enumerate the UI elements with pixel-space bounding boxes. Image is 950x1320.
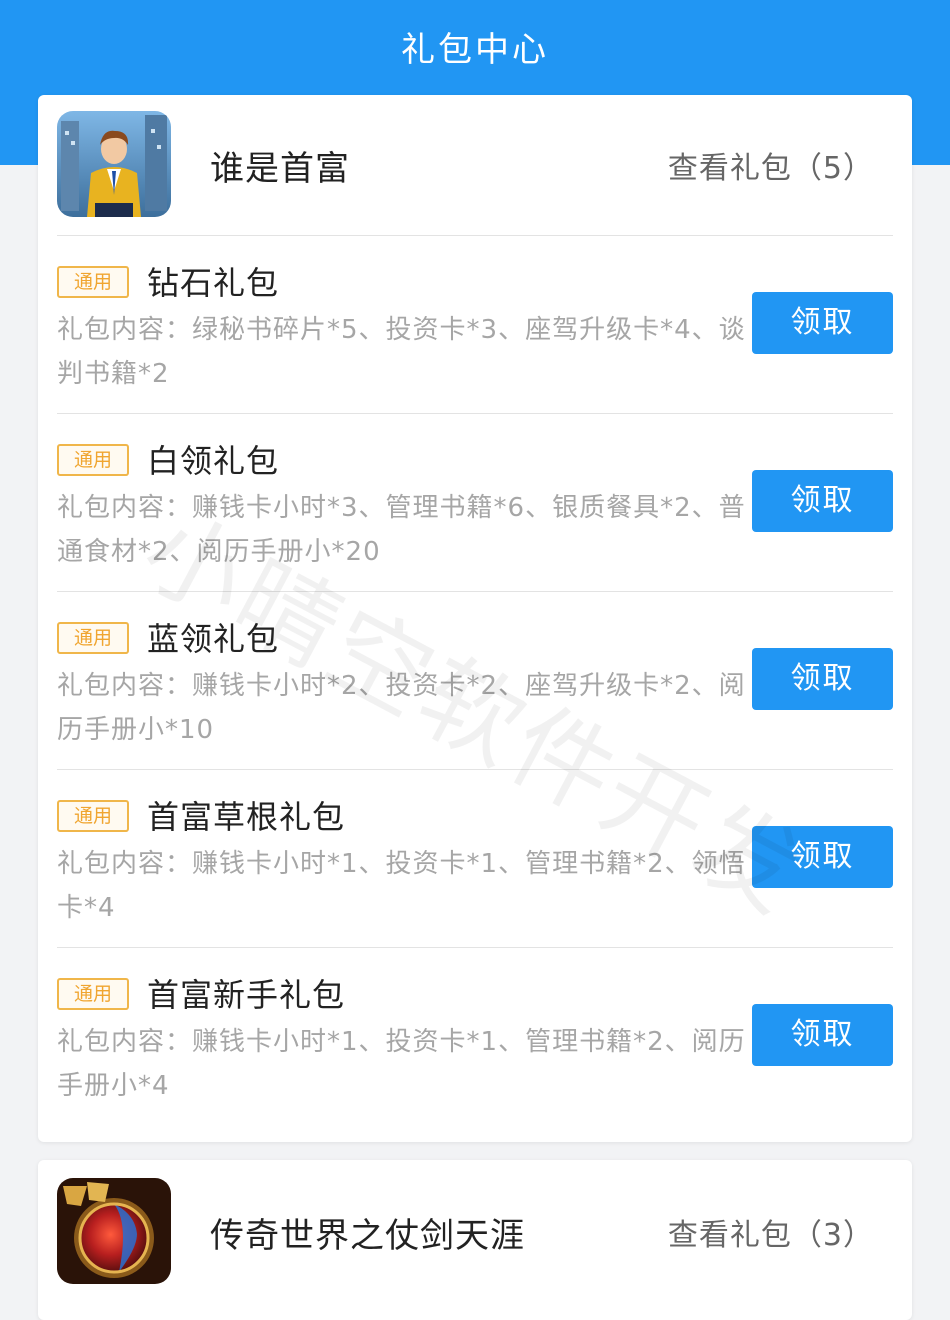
gift-content: 礼包内容：赚钱卡小时*1、投资卡*1、管理书籍*2、领悟卡*4 — [57, 849, 746, 923]
gift-name: 白领礼包 — [147, 442, 280, 480]
game-name: 谁是首富 — [210, 149, 350, 189]
gift-list: 通用 钻石礼包 礼包内容：绿秘书碎片*5、投资卡*3、座驾升级卡*4、谈判书籍*… — [57, 235, 893, 1125]
gift-content: 礼包内容：赚钱卡小时*3、管理书籍*6、银质餐具*2、普通食材*2、阅历手册小*… — [57, 493, 746, 567]
general-tag: 通用 — [57, 266, 129, 298]
gift-item: 通用 钻石礼包 礼包内容：绿秘书碎片*5、投资卡*3、座驾升级卡*4、谈判书籍*… — [57, 235, 893, 413]
view-gifts-link[interactable]: 查看礼包（3） — [668, 1210, 874, 1254]
view-gifts-link[interactable]: 查看礼包（5） — [668, 143, 874, 187]
claim-button[interactable]: 领取 — [752, 826, 893, 888]
game-name: 传奇世界之仗剑天涯 — [210, 1216, 525, 1256]
gift-item: 通用 首富草根礼包 礼包内容：赚钱卡小时*1、投资卡*1、管理书籍*2、领悟卡*… — [57, 769, 893, 947]
gift-content: 礼包内容：赚钱卡小时*2、投资卡*2、座驾升级卡*2、阅历手册小*10 — [57, 671, 746, 745]
gift-item: 通用 首富新手礼包 礼包内容：赚钱卡小时*1、投资卡*1、管理书籍*2、阅历手册… — [57, 947, 893, 1125]
general-tag: 通用 — [57, 622, 129, 654]
gift-content: 礼包内容：绿秘书碎片*5、投资卡*3、座驾升级卡*4、谈判书籍*2 — [57, 315, 746, 389]
general-tag: 通用 — [57, 800, 129, 832]
businessman-game-icon[interactable] — [57, 111, 171, 217]
general-tag: 通用 — [57, 978, 129, 1010]
gift-item: 通用 白领礼包 礼包内容：赚钱卡小时*3、管理书籍*6、银质餐具*2、普通食材*… — [57, 413, 893, 591]
game-card: 谁是首富 查看礼包（5） 通用 钻石礼包 礼包内容：绿秘书碎片*5、投资卡*3、… — [38, 95, 912, 1142]
gift-content: 礼包内容：赚钱卡小时*1、投资卡*1、管理书籍*2、阅历手册小*4 — [57, 1027, 746, 1101]
claim-button[interactable]: 领取 — [752, 648, 893, 710]
claim-button[interactable]: 领取 — [752, 292, 893, 354]
game-header[interactable]: 谁是首富 查看礼包（5） — [38, 95, 912, 235]
legend-emblem-game-icon[interactable] — [57, 1178, 171, 1284]
gift-name: 首富新手礼包 — [147, 976, 346, 1014]
page-title: 礼包中心 — [401, 30, 549, 70]
gift-name: 蓝领礼包 — [147, 620, 280, 658]
general-tag: 通用 — [57, 444, 129, 476]
game-card: 传奇世界之仗剑天涯 查看礼包（3） — [38, 1160, 912, 1320]
claim-button[interactable]: 领取 — [752, 1004, 893, 1066]
game-header[interactable]: 传奇世界之仗剑天涯 查看礼包（3） — [38, 1160, 912, 1300]
claim-button[interactable]: 领取 — [752, 470, 893, 532]
gift-name: 首富草根礼包 — [147, 798, 346, 836]
gift-item: 通用 蓝领礼包 礼包内容：赚钱卡小时*2、投资卡*2、座驾升级卡*2、阅历手册小… — [57, 591, 893, 769]
gift-name: 钻石礼包 — [147, 264, 280, 302]
